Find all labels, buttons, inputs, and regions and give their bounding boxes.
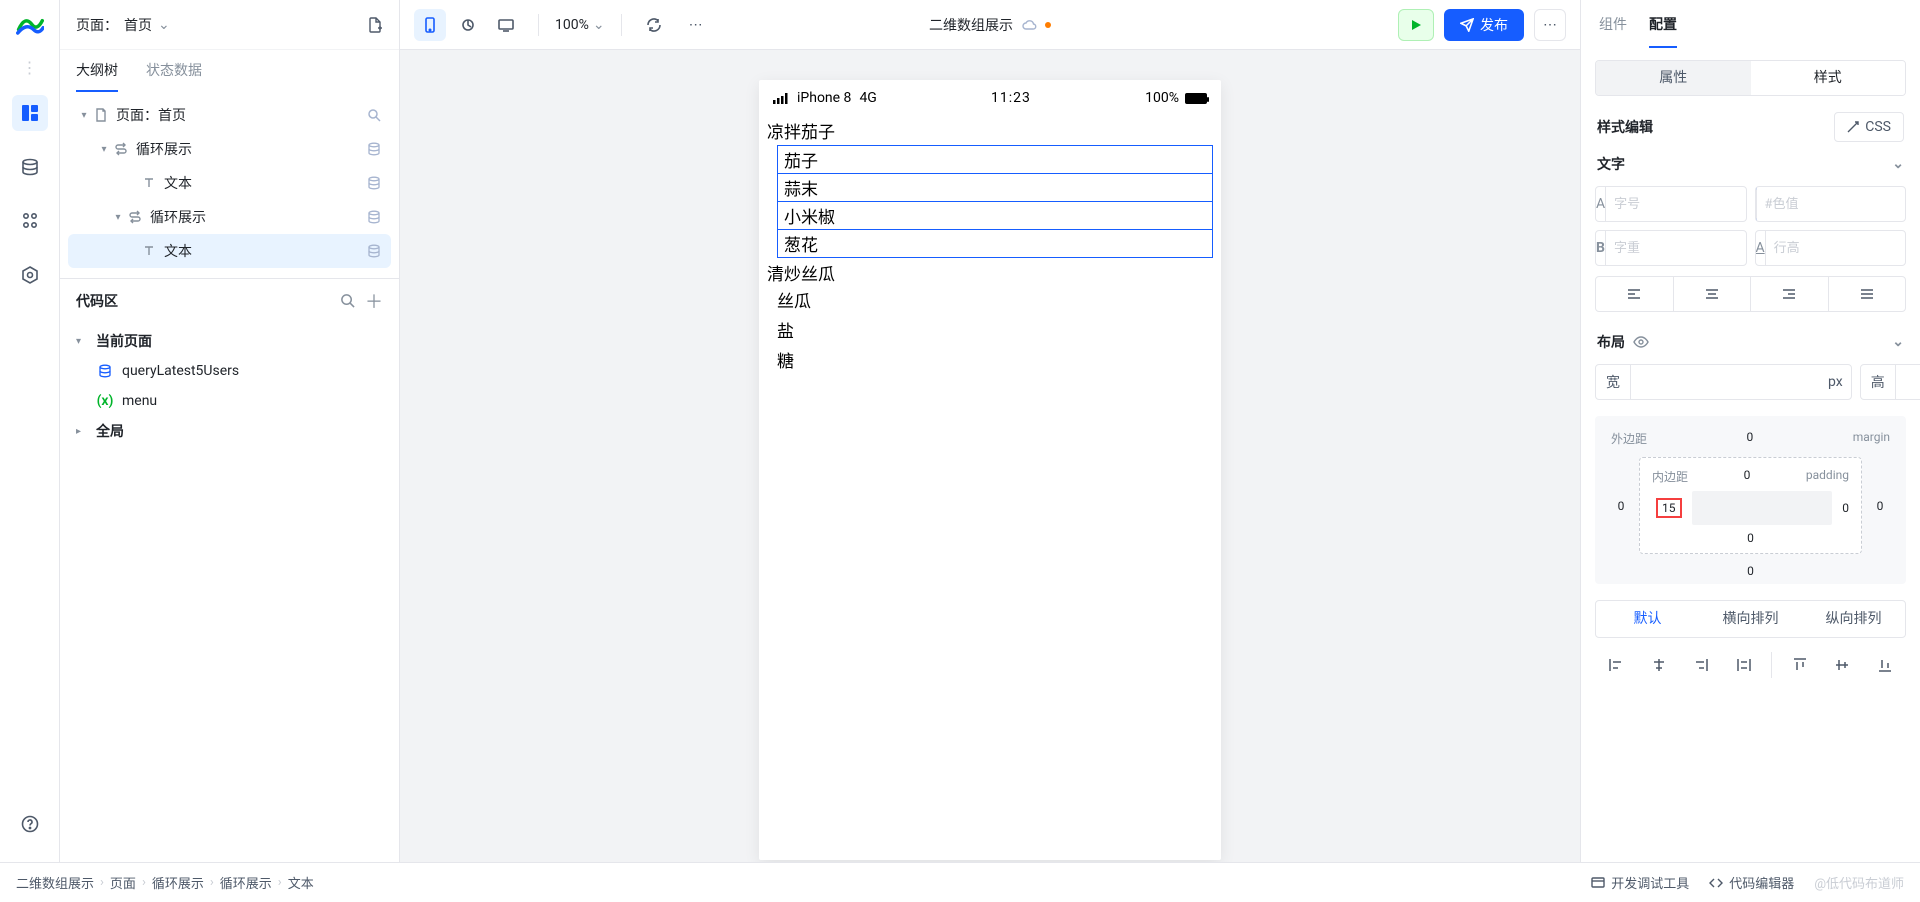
crumb[interactable]: 循环展示 bbox=[152, 873, 204, 892]
align-right-icon[interactable] bbox=[1750, 276, 1829, 312]
tab-outline[interactable]: 大纲树 bbox=[76, 60, 118, 92]
recipe-title: 清炒丝瓜 bbox=[759, 258, 1221, 287]
zoom-select[interactable]: 100%⌄ bbox=[555, 17, 605, 33]
code-node[interactable]: queryLatest5Users bbox=[70, 356, 389, 386]
css-button[interactable]: CSS bbox=[1834, 112, 1904, 142]
unsaved-indicator bbox=[1045, 22, 1051, 28]
tab-component[interactable]: 组件 bbox=[1599, 14, 1627, 48]
chevron-down-icon: ⌄ bbox=[158, 17, 170, 33]
outline-tree: ▾页面：首页▾循环展示文本▾循环展示文本 bbox=[60, 92, 399, 278]
bottom-bar: 二维数组展示›页面›循环展示›循环展示›文本 开发调试工具 代码编辑器 @低代码… bbox=[0, 862, 1920, 902]
crumb[interactable]: 循环展示 bbox=[220, 873, 272, 892]
tab-config[interactable]: 配置 bbox=[1649, 14, 1677, 48]
breadcrumb[interactable]: 二维数组展示›页面›循环展示›循环展示›文本 bbox=[16, 873, 314, 892]
signal-icon bbox=[773, 93, 789, 104]
chevron-down-icon[interactable]: ⌄ bbox=[1892, 334, 1904, 350]
code-area-title: 代码区 bbox=[76, 291, 330, 311]
halign-end-icon[interactable] bbox=[1680, 648, 1723, 682]
app-logo bbox=[16, 12, 44, 40]
left-panel: 页面：首页 ⌄ 大纲树 状态数据 ▾页面：首页▾循环展示文本▾循环展示文本 代码… bbox=[60, 0, 400, 862]
fontweight-select[interactable]: B⌄ bbox=[1595, 230, 1747, 266]
nav-rail: ⋮ bbox=[0, 0, 60, 862]
code-node[interactable]: ▸全局 bbox=[70, 416, 389, 446]
rail-components-icon[interactable] bbox=[12, 203, 48, 239]
halign-start-icon[interactable] bbox=[1595, 648, 1638, 682]
ingredient-item: 蒜末 bbox=[777, 173, 1213, 201]
ingredient-item: 茄子 bbox=[777, 145, 1213, 173]
add-page-icon[interactable] bbox=[367, 17, 383, 33]
phone-preview: iPhone 8 4G 11:23 100% 凉拌茄子茄子蒜末小米椒葱花清炒丝瓜… bbox=[759, 80, 1221, 860]
layout-row[interactable]: 横向排列 bbox=[1699, 601, 1802, 637]
tree-node[interactable]: ▾页面：首页 bbox=[68, 98, 391, 132]
document-title: 二维数组展示 bbox=[929, 15, 1051, 35]
halign-center-icon[interactable] bbox=[1638, 648, 1681, 682]
code-search-icon[interactable] bbox=[340, 293, 355, 308]
rail-settings-icon[interactable] bbox=[12, 257, 48, 293]
tree-node[interactable]: ▾循环展示 bbox=[68, 132, 391, 166]
ingredient-item: 葱花 bbox=[777, 229, 1213, 258]
status-time: 11:23 bbox=[877, 90, 1145, 106]
refresh-icon[interactable] bbox=[638, 9, 670, 41]
padding-left-value[interactable]: 15 bbox=[1656, 498, 1682, 518]
battery-icon bbox=[1185, 93, 1207, 104]
align-left-icon[interactable] bbox=[1595, 276, 1674, 312]
tree-node[interactable]: 文本 bbox=[68, 166, 391, 200]
text-section-title: 文字 bbox=[1597, 154, 1625, 174]
seg-style[interactable]: 样式 bbox=[1751, 61, 1906, 95]
toolbar-more-icon[interactable]: ⋯ bbox=[680, 9, 712, 41]
rail-pages-icon[interactable] bbox=[12, 95, 48, 131]
align-center-icon[interactable] bbox=[1673, 276, 1752, 312]
device-tablet-icon[interactable] bbox=[452, 9, 484, 41]
layout-section-title: 布局 bbox=[1597, 332, 1625, 352]
publish-button[interactable]: 发布 bbox=[1444, 9, 1524, 41]
box-model[interactable]: 外边距0margin 0 内边距0padding 15 0 0 0 bbox=[1595, 416, 1906, 584]
device-mobile-icon[interactable] bbox=[414, 9, 446, 41]
ingredient-item: 小米椒 bbox=[777, 201, 1213, 229]
crumb[interactable]: 页面 bbox=[110, 873, 136, 892]
valign-center-icon[interactable] bbox=[1821, 648, 1864, 682]
ingredient-item: 丝瓜 bbox=[759, 287, 1221, 317]
lineheight-input[interactable]: A bbox=[1755, 230, 1907, 266]
code-tree: ▾当前页面queryLatest5Users(x)menu▸全局 bbox=[60, 322, 399, 862]
code-add-icon[interactable]: ＋ bbox=[365, 288, 383, 314]
watermark: @低代码布道师 bbox=[1814, 873, 1904, 892]
style-edit-title: 样式编辑 bbox=[1597, 117, 1653, 137]
color-input[interactable] bbox=[1755, 186, 1907, 222]
page-selector[interactable]: 页面：首页 ⌄ bbox=[76, 15, 170, 35]
rail-help-icon[interactable] bbox=[12, 806, 48, 842]
code-editor-button[interactable]: 代码编辑器 bbox=[1709, 873, 1794, 892]
tree-node[interactable]: ▾循环展示 bbox=[68, 200, 391, 234]
fontsize-input[interactable]: A bbox=[1595, 186, 1747, 222]
run-button[interactable] bbox=[1398, 9, 1434, 41]
width-input[interactable]: 宽px bbox=[1595, 364, 1852, 400]
valign-start-icon[interactable] bbox=[1778, 648, 1821, 682]
valign-end-icon[interactable] bbox=[1863, 648, 1906, 682]
ingredient-item: 糖 bbox=[759, 347, 1221, 377]
devtools-button[interactable]: 开发调试工具 bbox=[1591, 873, 1689, 892]
tab-state[interactable]: 状态数据 bbox=[146, 60, 202, 92]
eye-icon[interactable] bbox=[1633, 336, 1649, 348]
more-icon[interactable]: ⋮ bbox=[22, 58, 38, 77]
align-justify-icon[interactable] bbox=[1828, 276, 1907, 312]
device-desktop-icon[interactable] bbox=[490, 9, 522, 41]
right-panel: 组件 配置 属性 样式 样式编辑 CSS 文字 ⌄ A B⌄ A 布局 ⌄ 宽px bbox=[1580, 0, 1920, 862]
code-node[interactable]: (x)menu bbox=[70, 386, 389, 416]
crumb[interactable]: 文本 bbox=[288, 873, 314, 892]
seg-attrs[interactable]: 属性 bbox=[1596, 61, 1751, 95]
recipe-title: 凉拌茄子 bbox=[759, 116, 1221, 145]
halign-stretch-icon[interactable] bbox=[1723, 648, 1766, 682]
height-input[interactable]: 高px bbox=[1860, 364, 1920, 400]
tree-node[interactable]: 文本 bbox=[68, 234, 391, 268]
layout-column[interactable]: 纵向排列 bbox=[1802, 601, 1905, 637]
layout-default[interactable]: 默认 bbox=[1596, 601, 1699, 637]
header-more-button[interactable]: ⋯ bbox=[1534, 9, 1566, 41]
ingredient-item: 盐 bbox=[759, 317, 1221, 347]
cloud-sync-icon bbox=[1021, 19, 1037, 31]
code-node[interactable]: ▾当前页面 bbox=[70, 326, 389, 356]
rail-database-icon[interactable] bbox=[12, 149, 48, 185]
crumb[interactable]: 二维数组展示 bbox=[16, 873, 94, 892]
center-area: 100%⌄ ⋯ 二维数组展示 发布 ⋯ iPhone 8 bbox=[400, 0, 1580, 862]
chevron-down-icon[interactable]: ⌄ bbox=[1892, 156, 1904, 172]
